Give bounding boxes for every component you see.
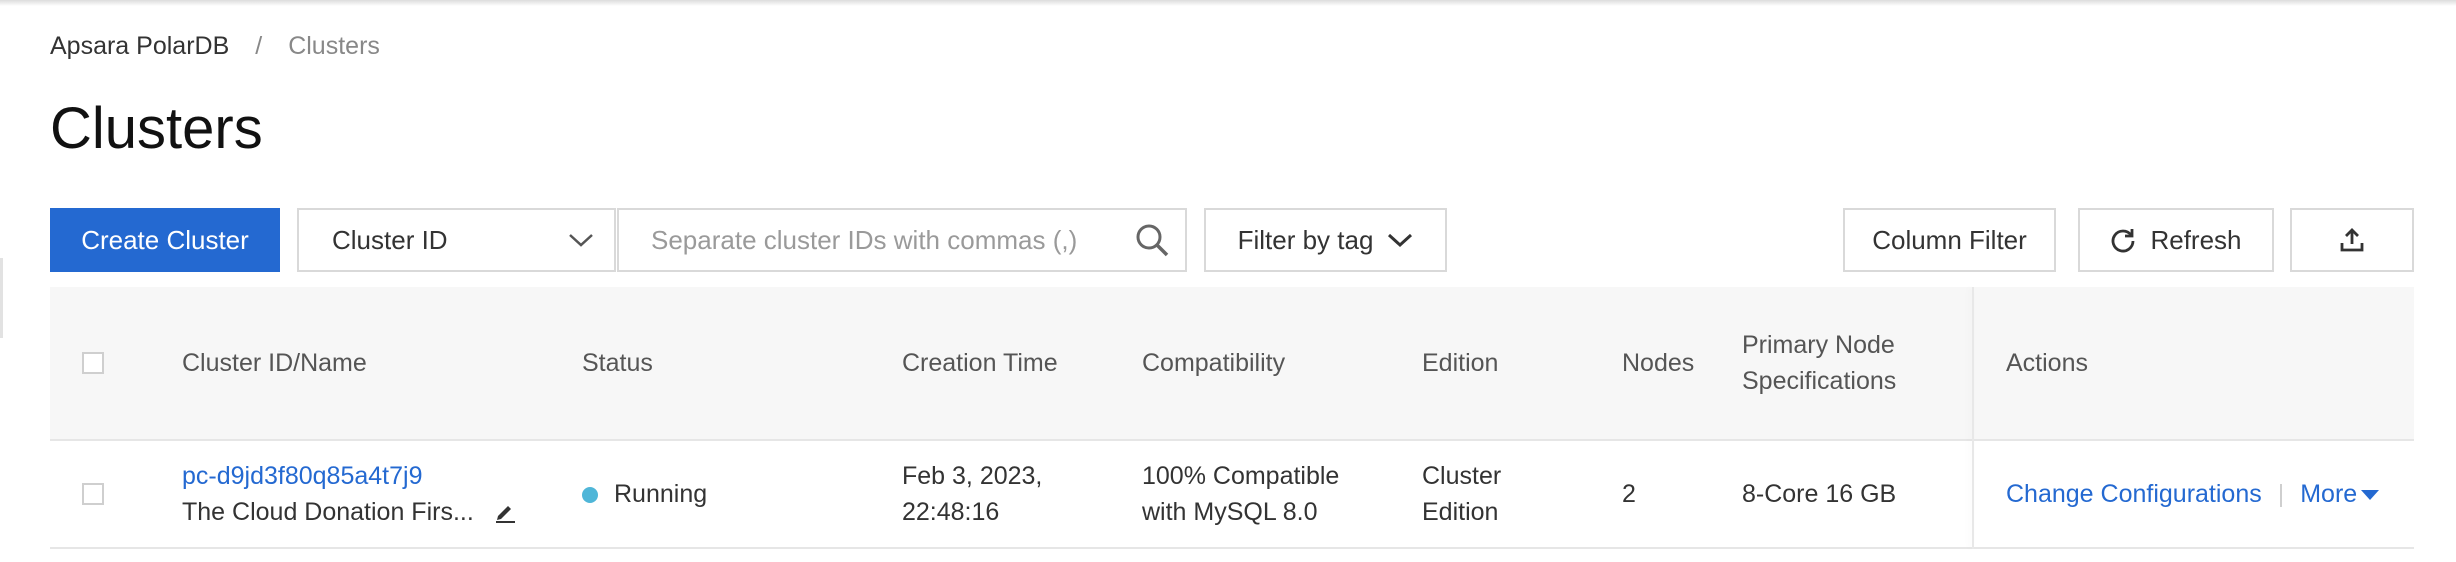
- search-placeholder: Separate cluster IDs with commas (,): [651, 224, 1078, 255]
- filter-field-select[interactable]: Cluster ID: [297, 208, 616, 272]
- more-label: More: [2300, 480, 2358, 508]
- header-primary-node-spec-line2: Specifications: [1742, 367, 1897, 395]
- side-edge: [0, 258, 3, 338]
- compat-line1: 100% Compatible: [1142, 462, 1340, 490]
- refresh-icon: [2112, 229, 2135, 253]
- top-shadow: [0, 0, 2456, 6]
- row-checkbox[interactable]: [82, 483, 104, 505]
- primary-spec-cell: 8-Core 16 GB: [1742, 480, 1897, 508]
- cluster-id-name-cell: pc-d9jd3f80q85a4t7j9 The Cloud Donation …: [182, 458, 516, 530]
- header-creation-time[interactable]: Creation Time: [902, 345, 1058, 381]
- more-dropdown[interactable]: More: [2300, 480, 2380, 508]
- header-actions: Actions: [2006, 349, 2088, 377]
- breadcrumb-root[interactable]: Apsara PolarDB: [50, 32, 229, 61]
- header-primary-node-spec-line1: Primary Node: [1742, 331, 1895, 359]
- edition-line1: Cluster: [1422, 462, 1502, 490]
- refresh-button[interactable]: Refresh: [2078, 208, 2274, 272]
- cluster-name: The Cloud Donation Firs...: [182, 498, 474, 526]
- export-button[interactable]: [2290, 208, 2414, 272]
- create-cluster-button[interactable]: Create Cluster: [50, 208, 280, 272]
- nodes-cell: 2: [1622, 480, 1636, 508]
- status-text: Running: [614, 480, 708, 508]
- chevron-down-icon: [569, 234, 593, 247]
- edition-cell: Cluster Edition: [1422, 458, 1501, 530]
- header-nodes: Nodes: [1622, 349, 1695, 377]
- row-select-cell: [82, 483, 104, 505]
- header-cluster-id-name[interactable]: Cluster ID/Name: [182, 345, 367, 381]
- search-input[interactable]: Separate cluster IDs with commas (,): [617, 208, 1187, 272]
- cluster-name-wrap: The Cloud Donation Firs...: [182, 494, 516, 530]
- filter-by-tag-label: Filter by tag: [1237, 224, 1374, 255]
- creation-time-cell: Feb 3, 2023, 22:48:16: [902, 458, 1042, 530]
- running-status-dot: [582, 487, 598, 504]
- header-status[interactable]: Status: [582, 345, 653, 381]
- clusters-table: Cluster ID/Name Status Creation Time Com…: [50, 287, 2414, 549]
- header-compatibility: Compatibility: [1142, 349, 1286, 377]
- export-icon: [2340, 228, 2364, 252]
- breadcrumb-current: Clusters: [288, 32, 380, 60]
- filter-by-tag-button[interactable]: Filter by tag: [1204, 208, 1447, 272]
- column-filter-button[interactable]: Column Filter: [1843, 208, 2056, 272]
- compatibility-cell: 100% Compatible with MySQL 8.0: [1142, 458, 1339, 530]
- caret-down-icon: [2361, 490, 2380, 501]
- refresh-label: Refresh: [2150, 224, 2242, 255]
- actions-column-divider: [1972, 287, 1974, 549]
- table-header: Cluster ID/Name Status Creation Time Com…: [50, 287, 2414, 441]
- select-all-checkbox[interactable]: [82, 352, 104, 374]
- change-configurations-link[interactable]: Change Configurations: [2006, 480, 2262, 508]
- page-title: Clusters: [50, 96, 263, 161]
- actions-separator: |: [2277, 480, 2285, 508]
- cluster-id-link[interactable]: pc-d9jd3f80q85a4t7j9: [182, 458, 516, 494]
- filter-field-value: Cluster ID: [332, 224, 448, 255]
- column-filter-label: Column Filter: [1872, 224, 2027, 255]
- table-row: pc-d9jd3f80q85a4t7j9 The Cloud Donation …: [50, 441, 2414, 549]
- actions-cell: Change Configurations | More: [2006, 476, 2380, 512]
- chevron-down-icon: [1388, 233, 1413, 248]
- breadcrumb: Apsara PolarDB / Clusters: [50, 32, 380, 61]
- search-icon[interactable]: [1135, 223, 1169, 257]
- edition-line2: Edition: [1422, 498, 1499, 526]
- creation-clock: 22:48:16: [902, 498, 1000, 526]
- status-cell: Running: [582, 476, 707, 512]
- edit-icon[interactable]: [494, 501, 516, 523]
- select-all-cell: [82, 352, 104, 374]
- breadcrumb-separator: /: [255, 32, 263, 60]
- header-edition[interactable]: Edition: [1422, 345, 1498, 381]
- compat-line2: with MySQL 8.0: [1142, 498, 1318, 526]
- create-cluster-label: Create Cluster: [81, 224, 249, 255]
- creation-date: Feb 3, 2023,: [902, 462, 1043, 490]
- header-primary-node-spec: Primary Node Specifications: [1742, 327, 1896, 399]
